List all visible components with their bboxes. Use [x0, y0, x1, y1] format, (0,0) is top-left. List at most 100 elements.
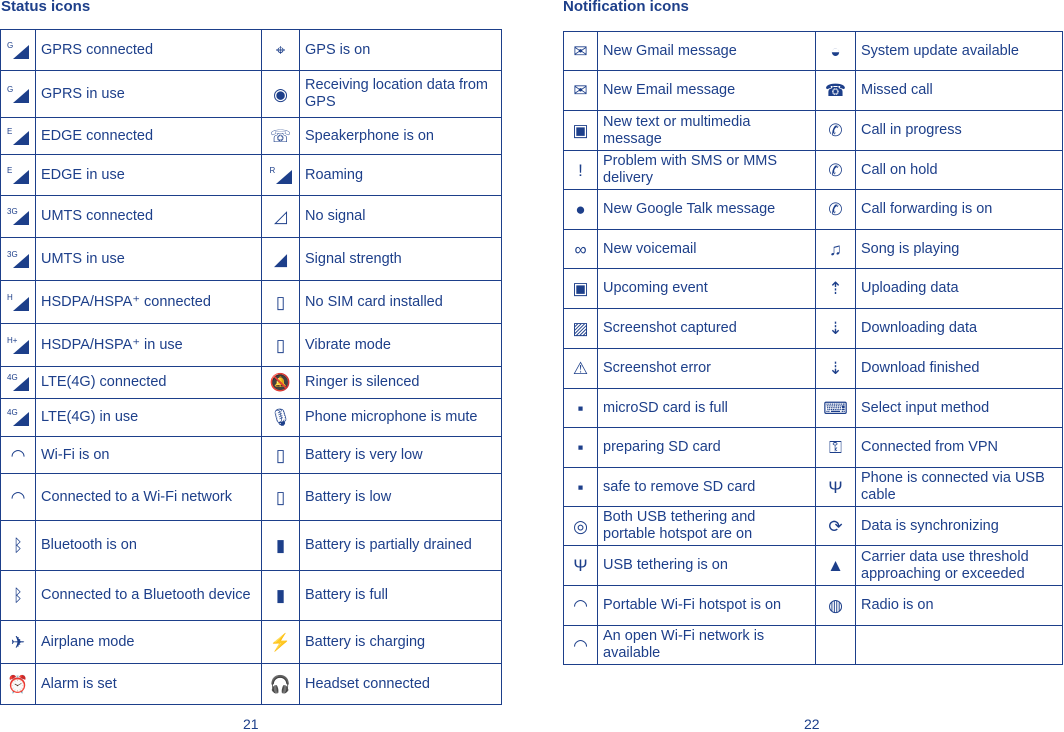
- sd-preparing-icon: ▪: [563, 427, 598, 468]
- signal-4g-icon: 4G: [0, 398, 36, 437]
- icon-description: Vibrate mode: [299, 323, 502, 367]
- table-row: 3G UMTS connected ◿ No signal: [0, 195, 502, 238]
- icon-description: Battery is very low: [299, 436, 502, 474]
- sync-icon: ⟳: [815, 506, 856, 546]
- icon-description: Screenshot error: [597, 348, 816, 389]
- talk-icon: ●: [563, 189, 598, 230]
- vibrate-icon: ▯: [261, 323, 300, 367]
- icon-description: Phone microphone is mute: [299, 398, 502, 437]
- signal-h-icon: H: [0, 280, 36, 324]
- signal-hplus-icon: H+: [0, 323, 36, 367]
- icon-description: Connected from VPN: [855, 427, 1063, 468]
- table-row: ◎ Both USB tethering and portable hotspot…: [563, 506, 1063, 546]
- gps-receiving-icon: ◉: [261, 70, 300, 118]
- hotspot-icon: ◠: [563, 585, 598, 626]
- icon-description: Receiving location data from GPS: [299, 70, 502, 118]
- table-row: ◠ Connected to a Wi-Fi network ▯ Battery is…: [0, 473, 502, 521]
- icon-description: EDGE connected: [35, 117, 262, 155]
- signal-e-icon: E: [0, 154, 36, 196]
- icon-description: GPS is on: [299, 29, 502, 71]
- signal-4g-icon: 4G: [0, 366, 36, 399]
- icon-description: Song is playing: [855, 229, 1063, 269]
- icon-description: Uploading data: [855, 268, 1063, 309]
- icon-description: Phone is connected via USB cable: [855, 467, 1063, 507]
- icon-description: HSDPA/HSPA⁺ connected: [35, 280, 262, 324]
- table-row: 4G LTE(4G) in use 🎙 Phone microphone is mut…: [0, 398, 502, 437]
- icon-description: Signal strength: [299, 237, 502, 281]
- screenshot-icon: ▨: [563, 308, 598, 349]
- table-row: ▪ microSD card is full ⌨ Select input metho…: [563, 388, 1063, 428]
- wifi-icon: ◠: [0, 436, 36, 474]
- sms-icon: ▣: [563, 110, 598, 151]
- icon-description: Missed call: [855, 70, 1063, 111]
- icon-description: Headset connected: [299, 663, 502, 705]
- table-row: ▣ New text or multimedia message ✆ Call in …: [563, 110, 1063, 151]
- vpn-key-icon: ⚿: [815, 427, 856, 468]
- battery-low-icon: ▯: [261, 473, 300, 521]
- icon-description: Roaming: [299, 154, 502, 196]
- icon-description: An open Wi-Fi network is available: [597, 625, 816, 665]
- icon-description: HSDPA/HSPA⁺ in use: [35, 323, 262, 367]
- tethering-both-icon: ◎: [563, 506, 598, 546]
- empty-icon-cell: [815, 625, 856, 665]
- icon-description: Speakerphone is on: [299, 117, 502, 155]
- page-number-right: 22: [804, 716, 820, 732]
- speakerphone-icon: ☏: [261, 117, 300, 155]
- call-hold-icon: ✆: [815, 150, 856, 190]
- icon-description: Data is synchronizing: [855, 506, 1063, 546]
- email-icon: ✉: [563, 70, 598, 111]
- alarm-icon: ⏰: [0, 663, 36, 705]
- icon-description: Alarm is set: [35, 663, 262, 705]
- icon-description: New Google Talk message: [597, 189, 816, 230]
- icon-description: LTE(4G) connected: [35, 366, 262, 399]
- icon-description: No SIM card installed: [299, 280, 502, 324]
- icon-description: GPRS in use: [35, 70, 262, 118]
- icon-description: Connected to a Bluetooth device: [35, 570, 262, 621]
- roaming-tag: R: [269, 165, 276, 175]
- icon-description: New Email message: [597, 70, 816, 111]
- table-row: 4G LTE(4G) connected 🔕 Ringer is silenced: [0, 366, 502, 399]
- signal-tag: E: [7, 126, 13, 136]
- icon-description: Radio is on: [855, 585, 1063, 626]
- ringer-silenced-icon: 🔕: [261, 366, 300, 399]
- keyboard-icon: ⌨: [815, 388, 856, 428]
- table-row: ▨ Screenshot captured ⇣ Downloading data: [563, 308, 1063, 349]
- music-icon: ♫: [815, 229, 856, 269]
- battery-charging-icon: ⚡: [261, 620, 300, 664]
- icon-description: UMTS connected: [35, 195, 262, 238]
- table-row: ◠ Wi-Fi is on ▯ Battery is very low: [0, 436, 502, 474]
- table-row: H+ HSDPA/HSPA⁺ in use ▯ Vibrate mode: [0, 323, 502, 367]
- usb-tether-icon: Ψ: [563, 545, 598, 586]
- table-row: ◠ An open Wi-Fi network is available: [563, 625, 1063, 665]
- missed-call-icon: ☎: [815, 70, 856, 111]
- icon-description: Screenshot captured: [597, 308, 816, 349]
- icon-description: preparing SD card: [597, 427, 816, 468]
- icon-description: Airplane mode: [35, 620, 262, 664]
- bluetooth-connected-icon: ᛒ: [0, 570, 36, 621]
- sd-full-icon: ▪: [563, 388, 598, 428]
- signal-tag: E: [7, 165, 13, 175]
- signal-strength-icon: ◢: [261, 237, 300, 281]
- signal-g-icon: G: [0, 70, 36, 118]
- icon-description: Battery is low: [299, 473, 502, 521]
- no-signal-icon: ◿: [261, 195, 300, 238]
- status-icons-table: G GPRS connected ⌖ GPS is on G GPRS in use ◉ Re…: [0, 29, 502, 705]
- icon-description: microSD card is full: [597, 388, 816, 428]
- table-row: G GPRS connected ⌖ GPS is on: [0, 29, 502, 71]
- icon-description: UMTS in use: [35, 237, 262, 281]
- icon-description: Wi-Fi is on: [35, 436, 262, 474]
- icon-description: Battery is charging: [299, 620, 502, 664]
- table-row: Ψ USB tethering is on ▲ Carrier data use th…: [563, 545, 1063, 586]
- icon-description: Call on hold: [855, 150, 1063, 190]
- status-icons-title: Status icons: [1, 0, 91, 15]
- table-row: ᛒ Connected to a Bluetooth device ▮ Battery…: [0, 570, 502, 621]
- no-sim-icon: ▯: [261, 280, 300, 324]
- icon-description: Select input method: [855, 388, 1063, 428]
- icon-description: EDGE in use: [35, 154, 262, 196]
- table-row: ◠ Portable Wi-Fi hotspot is on ◍ Radio is o…: [563, 585, 1063, 626]
- signal-3g-icon: 3G: [0, 237, 36, 281]
- icon-description: Downloading data: [855, 308, 1063, 349]
- icon-description: Problem with SMS or MMS delivery: [597, 150, 816, 190]
- table-row: ✉ New Gmail message ◒ System update availab…: [563, 31, 1063, 71]
- table-row: ⚠ Screenshot error ⇣ Download finished: [563, 348, 1063, 389]
